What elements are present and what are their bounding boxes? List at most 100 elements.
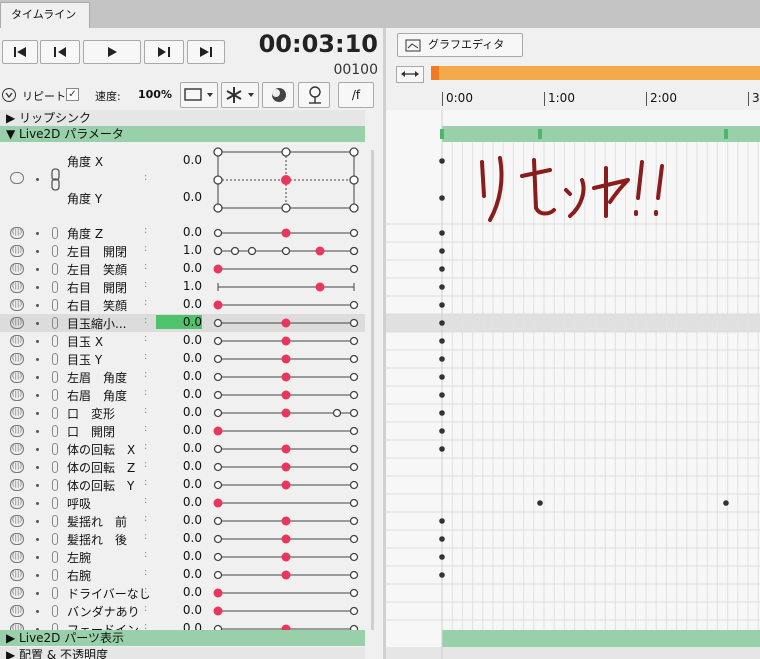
pin-button[interactable]: [298, 82, 330, 108]
link-icon[interactable]: [52, 335, 58, 347]
param-row[interactable]: (||) 髪揺れ 後:0.0: [0, 530, 365, 548]
param-value[interactable]: 0.0: [156, 405, 202, 419]
visibility-icon[interactable]: (||): [10, 263, 24, 275]
param-value[interactable]: 0.0: [156, 225, 202, 239]
param-value[interactable]: 0.0: [156, 333, 202, 347]
mouth-sync-button[interactable]: [180, 82, 218, 108]
link-icon[interactable]: [52, 299, 58, 311]
visibility-icon[interactable]: (||): [10, 245, 24, 257]
group-live2d-params[interactable]: ▼ Live2D パラメータ: [0, 126, 365, 142]
param-row[interactable]: (||) 口 開閉:0.0: [0, 422, 365, 440]
param-slider[interactable]: [212, 244, 360, 258]
link-icon[interactable]: [52, 281, 58, 293]
param-row[interactable]: (||) 髪揺れ 前:0.0: [0, 512, 365, 530]
param-row[interactable]: (||) 目玉 X:0.0: [0, 332, 365, 350]
group-parts[interactable]: ▶ Live2D パーツ表示: [0, 630, 365, 646]
link-icon[interactable]: [52, 587, 58, 599]
param-row[interactable]: (||) 呼吸:0.0: [0, 494, 365, 512]
param-slider[interactable]: [212, 478, 360, 492]
link-icon[interactable]: [52, 245, 58, 257]
param-slider[interactable]: [212, 496, 360, 510]
speed-value[interactable]: 100%: [138, 88, 172, 101]
param-value[interactable]: 0.0: [156, 369, 202, 383]
param-value[interactable]: 0.0: [156, 603, 202, 617]
param-slider[interactable]: [212, 352, 360, 366]
visibility-icon[interactable]: (||): [10, 587, 24, 599]
param-row[interactable]: (||) 左目 開閉:1.0: [0, 242, 365, 260]
param-value[interactable]: 0.0: [156, 315, 202, 329]
param-row[interactable]: (||) 体の回転 Y:0.0: [0, 476, 365, 494]
group-placement[interactable]: ▶ 配置 & 不透明度: [0, 647, 365, 659]
param-value[interactable]: 0.0: [156, 549, 202, 563]
param-row[interactable]: (||) 左腕:0.0: [0, 548, 365, 566]
visibility-icon[interactable]: (||): [10, 371, 24, 383]
play-button[interactable]: [83, 40, 141, 64]
go-to-end-button[interactable]: [187, 40, 225, 64]
visibility-icon[interactable]: (||): [10, 317, 24, 329]
param-row[interactable]: (||) 右腕:0.0: [0, 566, 365, 584]
param-value[interactable]: 0.0: [156, 513, 202, 527]
param-row[interactable]: (||) 左眉 角度:0.0: [0, 368, 365, 386]
visibility-icon[interactable]: (||): [10, 425, 24, 437]
param-value[interactable]: 0.0: [156, 585, 202, 599]
visibility-icon[interactable]: (||): [10, 497, 24, 509]
param-value-angle-y[interactable]: 0.0: [156, 190, 202, 204]
param-row[interactable]: (||) 体の回転 X:0.0: [0, 440, 365, 458]
param-slider[interactable]: [212, 568, 360, 582]
visibility-icon[interactable]: (||): [10, 461, 24, 473]
link-icon[interactable]: [52, 551, 58, 563]
param-slider[interactable]: [212, 550, 360, 564]
param-value[interactable]: 0.0: [156, 477, 202, 491]
link-icon[interactable]: [52, 317, 58, 329]
param-slider[interactable]: [212, 424, 360, 438]
param-slider[interactable]: [212, 514, 360, 528]
visibility-icon[interactable]: (||): [10, 515, 24, 527]
vertical-scrollbar[interactable]: [371, 150, 374, 630]
param-row[interactable]: (||) バンダナあり:0.0: [0, 602, 365, 620]
link-icon[interactable]: [52, 533, 58, 545]
param-value-angle-x[interactable]: 0.0: [156, 153, 202, 167]
visibility-icon[interactable]: (||): [10, 389, 24, 401]
param-value[interactable]: 0.0: [156, 495, 202, 509]
collapse-toggle-icon[interactable]: [2, 88, 16, 102]
param-row[interactable]: (||) 目玉 Y:0.0: [0, 350, 365, 368]
link-icon[interactable]: [52, 227, 58, 239]
visibility-icon[interactable]: (||): [10, 551, 24, 563]
link-icon[interactable]: [52, 407, 58, 419]
visibility-icon[interactable]: (||): [10, 281, 24, 293]
eraser-button[interactable]: [262, 82, 294, 108]
param-slider[interactable]: [212, 532, 360, 546]
visibility-icon[interactable]: (||): [10, 407, 24, 419]
time-ruler[interactable]: 0:00 1:00 2:00 3: [386, 88, 760, 110]
sparkle-button[interactable]: [221, 82, 259, 108]
repeat-checkbox[interactable]: ✓: [66, 88, 79, 101]
param-value[interactable]: 0.0: [156, 297, 202, 311]
visibility-icon[interactable]: [10, 172, 24, 184]
param-slider[interactable]: [212, 406, 360, 420]
go-to-start-button[interactable]: [2, 40, 38, 64]
link-chain-icon[interactable]: [50, 168, 62, 192]
param-slider[interactable]: [212, 280, 360, 294]
prev-frame-button[interactable]: [40, 40, 80, 64]
next-frame-button[interactable]: [144, 40, 184, 64]
fit-range-button[interactable]: [396, 66, 424, 83]
param-row[interactable]: (||) ドライバーなし:0.0: [0, 584, 365, 602]
link-icon[interactable]: [52, 425, 58, 437]
param-value[interactable]: 0.0: [156, 261, 202, 275]
link-icon[interactable]: [52, 389, 58, 401]
param-slider[interactable]: [212, 442, 360, 456]
param-value[interactable]: 0.0: [156, 423, 202, 437]
visibility-icon[interactable]: (||): [10, 299, 24, 311]
param-value[interactable]: 0.0: [156, 567, 202, 581]
link-icon[interactable]: [52, 461, 58, 473]
param-row[interactable]: (||) 左目 笑顔:0.0: [0, 260, 365, 278]
xy-pad[interactable]: [212, 146, 362, 214]
link-icon[interactable]: [52, 497, 58, 509]
param-value[interactable]: 0.0: [156, 531, 202, 545]
visibility-icon[interactable]: (||): [10, 479, 24, 491]
visibility-icon[interactable]: (||): [10, 353, 24, 365]
param-slider[interactable]: [212, 586, 360, 600]
param-value[interactable]: 1.0: [156, 279, 202, 293]
param-row[interactable]: (||) 右眉 角度:0.0: [0, 386, 365, 404]
visibility-icon[interactable]: (||): [10, 569, 24, 581]
